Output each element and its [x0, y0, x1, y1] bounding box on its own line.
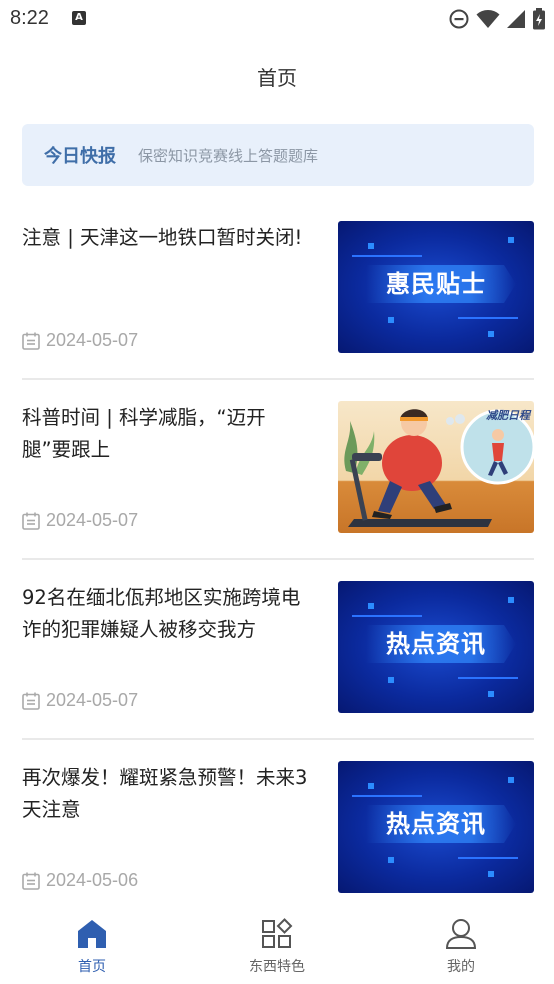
news-date: 2024-05-07	[22, 690, 138, 711]
news-title: 再次爆发！耀斑紧急预警！未来3天注意	[22, 766, 308, 821]
calendar-icon	[22, 512, 40, 530]
news-title: 注意 | 天津这一地铁口暂时关闭!	[22, 226, 303, 249]
page-title: 首页	[257, 66, 297, 90]
calendar-icon	[22, 332, 40, 350]
news-date: 2024-05-07	[22, 330, 138, 351]
thumbnail-caption: 热点资讯	[386, 810, 486, 838]
news-thumbnail[interactable]: 减肥日程	[338, 401, 534, 533]
news-flash-banner[interactable]: 今日快报 保密知识竞赛线上答题题库	[22, 124, 534, 186]
news-item[interactable]: 92名在缅北佤邦地区实施跨境电诈的犯罪嫌疑人被移交我方 2024-05-07 热…	[22, 560, 534, 740]
tab-home[interactable]: 首页	[32, 918, 152, 976]
news-title: 92名在缅北佤邦地区实施跨境电诈的犯罪嫌疑人被移交我方	[22, 586, 301, 641]
news-date-text: 2024-05-07	[46, 690, 139, 710]
banner-text: 保密知识竞赛线上答题题库	[138, 146, 319, 165]
status-time: 8:22	[10, 7, 49, 29]
tab-mine[interactable]: 我的	[401, 918, 521, 976]
status-icons	[448, 8, 546, 30]
home-icon	[78, 920, 106, 948]
banner-tag: 今日快报	[44, 146, 116, 167]
status-bar: 8:22 A	[0, 0, 554, 40]
tab-feature-label: 东西特色	[249, 959, 305, 975]
news-thumbnail[interactable]: 热点资讯	[338, 761, 534, 893]
grid-icon	[262, 918, 293, 948]
tab-mine-label: 我的	[447, 959, 475, 975]
tab-feature[interactable]: 东西特色	[217, 918, 337, 976]
news-item[interactable]: 注意 | 天津这一地铁口暂时关闭! 2024-05-07 惠民贴士	[22, 200, 534, 380]
news-title: 科普时间 | 科学减脂，“迈开腿”要跟上	[22, 406, 266, 461]
news-date: 2024-05-06	[22, 870, 138, 891]
news-item[interactable]: 科普时间 | 科学减脂，“迈开腿”要跟上 2024-05-07 减肥日程	[22, 380, 534, 560]
signal-icon	[507, 10, 525, 28]
news-thumbnail[interactable]: 热点资讯	[338, 581, 534, 713]
news-date-text: 2024-05-07	[46, 510, 139, 530]
notification-icon: A	[72, 11, 86, 25]
thumbnail-caption: 减肥日程	[486, 409, 530, 422]
calendar-icon	[22, 692, 40, 710]
tab-home-label: 首页	[78, 959, 106, 975]
news-list: 注意 | 天津这一地铁口暂时关闭! 2024-05-07 惠民贴士 科普时间 |…	[22, 200, 534, 920]
news-date: 2024-05-07	[22, 510, 138, 531]
wifi-icon	[476, 10, 500, 28]
thumbnail-caption: 热点资讯	[386, 630, 486, 658]
news-item[interactable]: 再次爆发！耀斑紧急预警！未来3天注意 2024-05-06 热点资讯	[22, 740, 534, 920]
dnd-icon	[449, 9, 469, 29]
thumbnail-caption: 惠民贴士	[386, 270, 486, 298]
news-date-text: 2024-05-06	[46, 870, 139, 890]
calendar-icon	[22, 872, 40, 890]
bottom-tab-bar: 首页 东西特色 我的	[0, 908, 554, 984]
user-icon	[445, 919, 477, 949]
battery-icon	[533, 8, 545, 30]
news-date-text: 2024-05-07	[46, 330, 139, 350]
news-thumbnail[interactable]: 惠民贴士	[338, 221, 534, 353]
